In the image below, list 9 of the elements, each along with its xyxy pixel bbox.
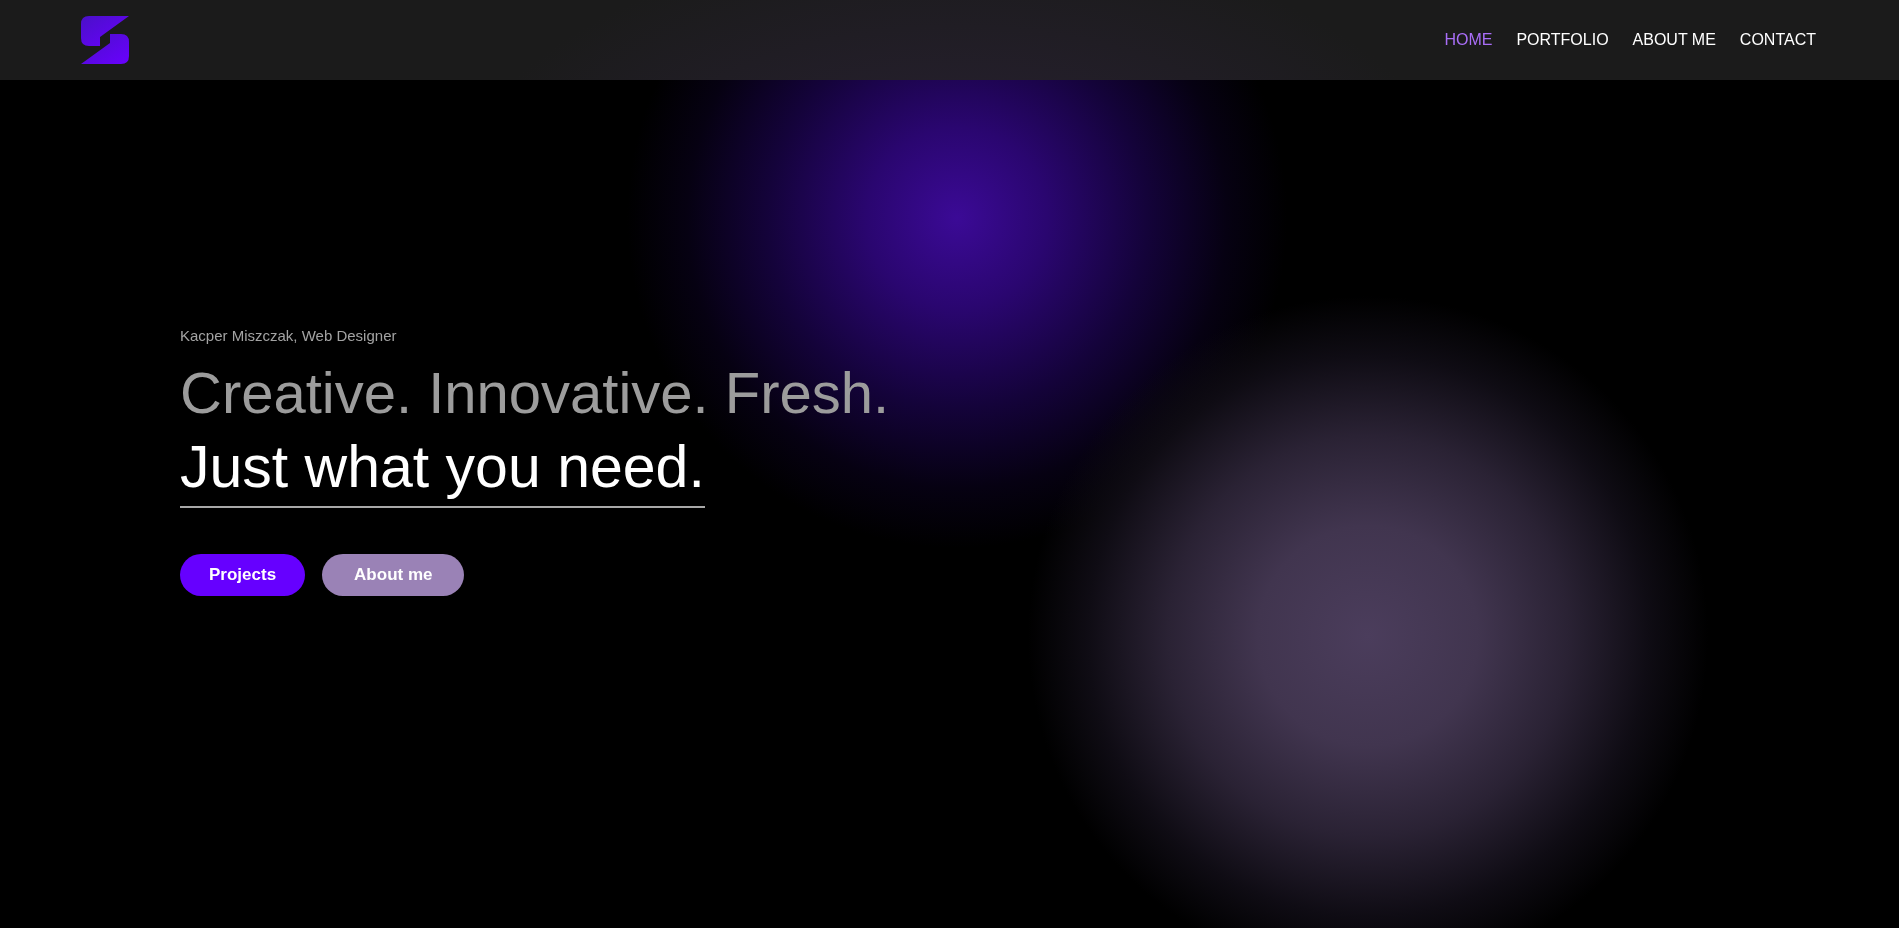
hero-headline: Creative. Innovative. Fresh. bbox=[180, 359, 890, 427]
hero-tagline: Just what you need. bbox=[180, 432, 705, 508]
nav-link[interactable]: HOME bbox=[1444, 30, 1493, 50]
logo-icon[interactable] bbox=[81, 16, 129, 64]
nav-link[interactable]: ABOUT ME bbox=[1632, 30, 1716, 50]
projects-button[interactable]: Projects bbox=[180, 554, 306, 596]
nav-link[interactable]: PORTFOLIO bbox=[1516, 30, 1609, 50]
nav-link[interactable]: CONTACT bbox=[1739, 30, 1816, 50]
hero-subtitle: Kacper Miszczak, Web Designer bbox=[180, 326, 397, 346]
